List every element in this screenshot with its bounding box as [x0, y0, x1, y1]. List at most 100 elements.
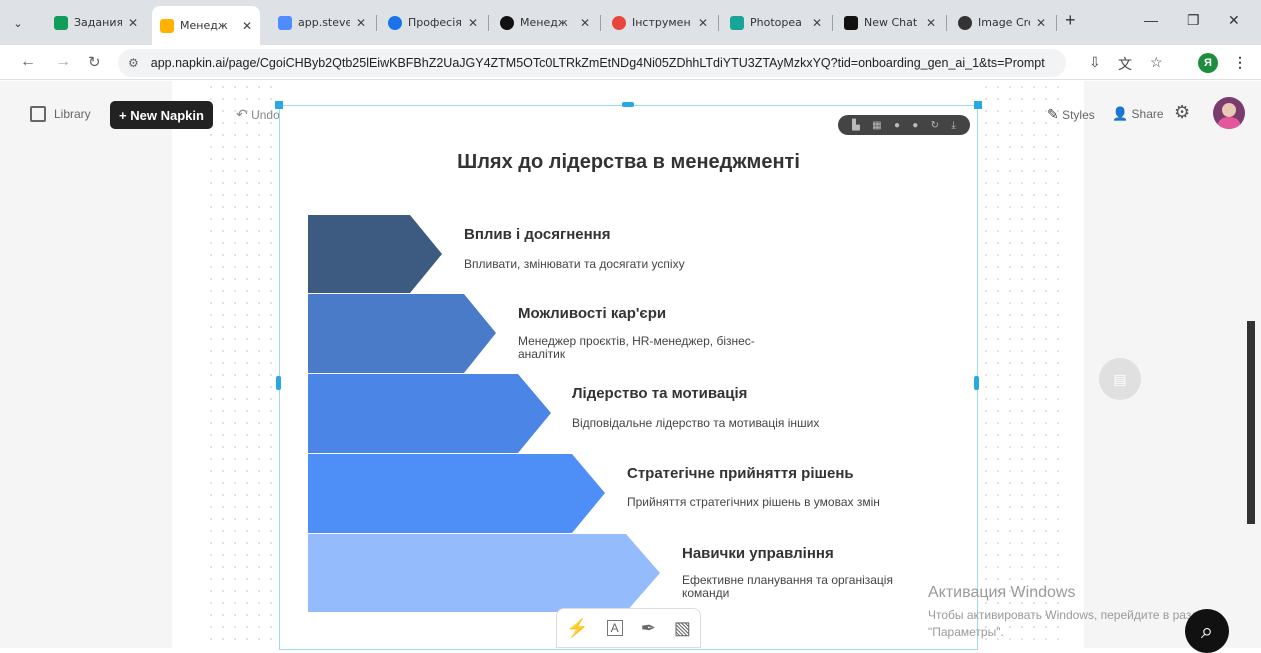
tab-favicon-icon [54, 15, 68, 30]
step-title-4[interactable]: Стратегічне прийняття рішень [627, 465, 854, 482]
browser-tab-2-active[interactable]: Менедж ✕ [152, 6, 260, 45]
translate-icon[interactable]: 文 [1118, 54, 1132, 74]
share-user-icon: 👤 [1112, 106, 1129, 121]
minimize-button[interactable]: — [1144, 12, 1158, 28]
generate-lightning-icon[interactable]: ⚡ [566, 618, 588, 639]
tab-separator [600, 15, 601, 31]
step-desc-4[interactable]: Прийняття стратегічних рішень в умовах з… [627, 496, 880, 509]
library-label: Library [54, 107, 91, 121]
step-title-2[interactable]: Можливості кар'єри [518, 305, 666, 322]
library-button[interactable]: Library [30, 106, 91, 122]
bottom-toolbar: ⚡ A ✒ ▧ [556, 608, 701, 648]
tab-close-icon[interactable]: ✕ [574, 16, 590, 30]
profile-avatar[interactable]: Я [1198, 53, 1218, 73]
forward-arrow-icon[interactable]: → [55, 53, 71, 71]
palette-icon[interactable]: ● [894, 120, 900, 131]
window-close-button[interactable]: ✕ [1228, 12, 1240, 29]
dot-grid-left [205, 81, 280, 648]
address-bar[interactable]: ⚙ app.napkin.ai/page/CgoiCHByb2Qtb25lEiw… [118, 49, 1066, 77]
regenerate-icon[interactable]: ↻ [931, 120, 939, 131]
text-box-icon[interactable]: A [606, 620, 623, 636]
windows-activation-watermark: Активация Windows Чтобы активировать Win… [928, 584, 1228, 641]
styles-brush-icon: ✎ [1047, 106, 1059, 122]
resize-handle-left[interactable] [276, 376, 281, 390]
step-arrow-3[interactable] [308, 374, 551, 453]
site-info-icon[interactable]: ⚙ [128, 56, 139, 70]
scrollbar[interactable] [1247, 321, 1255, 524]
tab-close-icon[interactable]: ✕ [350, 16, 366, 30]
tab-favicon-icon [730, 15, 744, 30]
tab-close-icon[interactable]: ✕ [462, 16, 478, 30]
dot-grid-right [980, 81, 1060, 648]
browser-tab-4[interactable]: Професія ✕ [380, 8, 486, 37]
grid-icon[interactable]: ▦ [872, 120, 881, 131]
help-search-icon[interactable]: ⌕ [1185, 609, 1229, 653]
share-button[interactable]: 👤 Share [1112, 106, 1164, 122]
styles-label: Styles [1062, 108, 1095, 122]
step-title-5[interactable]: Навички управління [682, 545, 834, 562]
activation-message: Чтобы активировать Windows, перейдите в … [928, 608, 1212, 639]
step-arrow-5[interactable] [308, 534, 660, 612]
new-napkin-button[interactable]: + New Napkin [110, 101, 213, 129]
user-avatar[interactable] [1213, 97, 1245, 129]
install-app-icon[interactable]: ⇩ [1089, 54, 1101, 71]
browser-menu-icon[interactable]: ⋮ [1233, 54, 1247, 71]
browser-tab-8[interactable]: New Chat ✕ [836, 8, 944, 37]
url-text[interactable]: app.napkin.ai/page/CgoiCHByb2Qtb25lEiwKB… [151, 56, 1045, 70]
step-desc-2[interactable]: Менеджер проєктів, HR-менеджер, бізнес-а… [518, 335, 778, 361]
tab-favicon-icon [500, 15, 514, 30]
download-icon[interactable]: ⤓ [951, 120, 955, 131]
tab-close-icon[interactable]: ✕ [236, 19, 252, 33]
tab-favicon-icon [388, 15, 402, 30]
step-arrow-2[interactable] [308, 294, 496, 373]
browser-tab-9[interactable]: Image Cre ✕ [950, 8, 1054, 37]
chart-type-icon[interactable]: ▙ [852, 120, 860, 131]
undo-button[interactable]: ↶ Undo [236, 106, 280, 123]
tab-close-icon[interactable]: ✕ [1030, 16, 1046, 30]
pen-icon[interactable]: ✒ [641, 618, 656, 639]
activation-title: Активация Windows [928, 584, 1076, 601]
visual-title: Шлях до лідерства в менеджменті [457, 151, 800, 173]
browser-tab-strip: ⌄ Задания ✕ Менедж ✕ app.steve ✕ Професі… [0, 0, 1261, 45]
step-arrow-4[interactable] [308, 454, 605, 533]
browser-tab-7[interactable]: Photopea ✕ [722, 8, 830, 37]
visual-toolbar: ▙ ▦ ● ● ↻ ⤓ [838, 115, 970, 135]
step-desc-5[interactable]: Ефективне планування та організація кома… [682, 574, 917, 600]
step-title-3[interactable]: Лідерство та мотивація [572, 385, 747, 402]
back-arrow-icon[interactable]: ← [20, 53, 36, 71]
browser-tab-1[interactable]: Задания ✕ [46, 8, 146, 37]
tab-close-icon[interactable]: ✕ [806, 16, 822, 30]
tab-close-icon[interactable]: ✕ [692, 16, 708, 30]
browser-tab-5[interactable]: Менедж ✕ [492, 8, 598, 37]
tab-title: app.steve [298, 16, 350, 29]
tab-separator [718, 15, 719, 31]
resize-handle-tl[interactable] [275, 101, 283, 109]
resize-handle-tr[interactable] [974, 101, 982, 109]
reload-icon[interactable]: ↻ [88, 53, 101, 71]
step-title-1[interactable]: Вплив і досягнення [464, 226, 610, 243]
tab-separator [376, 15, 377, 31]
step-desc-1[interactable]: Впливати, змінювати та досягати успіху [464, 258, 685, 271]
tab-close-icon[interactable]: ✕ [122, 16, 138, 30]
styles-button[interactable]: ✎ Styles [1047, 106, 1095, 123]
info-icon[interactable]: ● [912, 120, 918, 131]
bookmark-star-icon[interactable]: ☆ [1150, 54, 1163, 71]
browser-tab-6[interactable]: Інструмен ✕ [604, 8, 716, 37]
new-tab-button[interactable]: + [1065, 10, 1076, 31]
share-label: Share [1131, 107, 1164, 121]
step-arrow-1[interactable] [308, 215, 442, 293]
image-icon[interactable]: ▧ [674, 618, 691, 639]
tab-title: Менедж [180, 19, 228, 32]
browser-tab-3[interactable]: app.steve ✕ [270, 8, 374, 37]
restore-button[interactable]: ❐ [1187, 12, 1200, 29]
tab-title: Задания [74, 16, 122, 29]
settings-gear-icon[interactable]: ⚙ [1174, 102, 1190, 123]
tab-close-icon[interactable]: ✕ [920, 16, 936, 30]
tab-favicon-icon [278, 15, 292, 30]
resize-handle-top[interactable] [622, 102, 634, 107]
tab-search-chevron-icon[interactable]: ⌄ [6, 11, 30, 35]
comment-bubble-icon[interactable]: ▤ [1099, 358, 1141, 400]
tab-separator [1056, 15, 1057, 31]
step-desc-3[interactable]: Відповідальне лідерство та мотивація інш… [572, 417, 819, 430]
resize-handle-right[interactable] [974, 376, 979, 390]
